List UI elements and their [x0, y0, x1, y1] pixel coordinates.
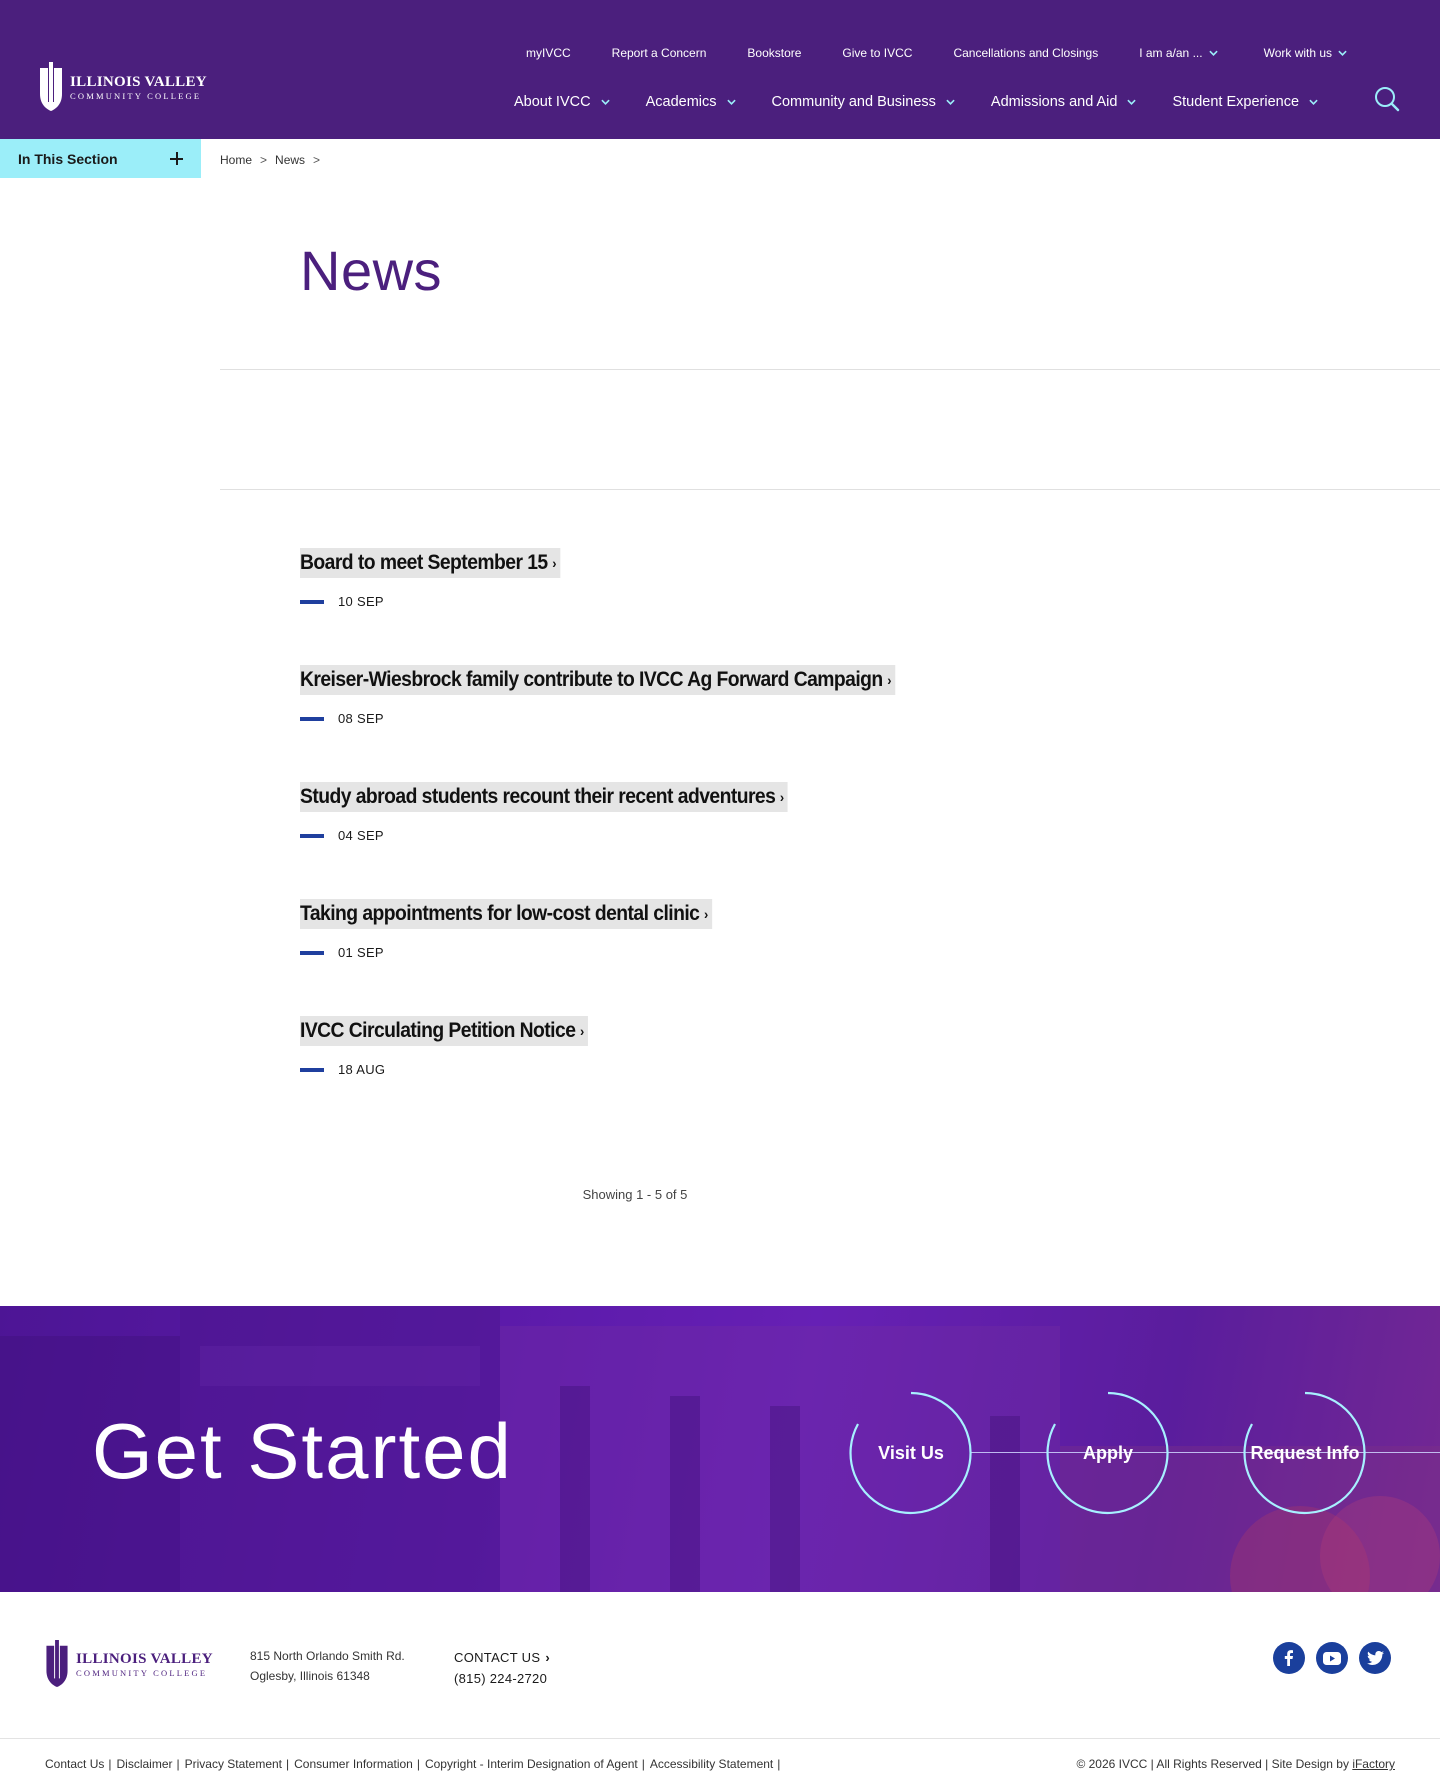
date-dash	[300, 1067, 324, 1072]
search-icon[interactable]	[1374, 86, 1400, 112]
legal-link-contact-us[interactable]: Contact Us	[45, 1757, 104, 1771]
chevron-down-icon	[1127, 99, 1137, 105]
cta-connector-line	[970, 1452, 1440, 1453]
news-date: 10 SEP	[300, 594, 1100, 609]
chevron-right-icon: ›	[545, 1650, 550, 1665]
social-links	[1273, 1642, 1402, 1674]
news-title-link[interactable]: Board to meet September 15 ›	[300, 548, 561, 578]
news-date: 01 SEP	[300, 945, 1100, 960]
chevron-down-icon	[600, 99, 610, 105]
chevron-down-icon	[1208, 50, 1218, 56]
pagination-info: Showing 1 - 5 of 5	[582, 1187, 688, 1202]
logo-line-2: COMMUNITY COLLEGE	[70, 90, 202, 101]
legal-link-copyright-agent[interactable]: Copyright - Interim Designation of Agent	[425, 1757, 638, 1771]
footer-divider	[0, 1738, 1440, 1739]
chevron-down-icon	[1309, 99, 1318, 105]
legal-link-privacy[interactable]: Privacy Statement	[185, 1757, 282, 1771]
logo-wordmark: ILLINOIS VALLEY COMMUNITY COLLEGE	[70, 73, 207, 102]
address-line-2: Oglesby, Illinois 61348	[250, 1669, 370, 1683]
util-link-give[interactable]: Give to IVCC	[842, 46, 912, 60]
logo-line-1: ILLINOIS VALLEY	[76, 1650, 213, 1667]
breadcrumb-separator: >	[313, 153, 321, 167]
chevron-right-icon: ›	[703, 906, 709, 922]
section-toggle-label: In This Section	[18, 150, 118, 167]
util-link-report-concern[interactable]: Report a Concern	[612, 46, 707, 60]
design-credit-link[interactable]: iFactory	[1352, 1757, 1395, 1771]
footer-logo[interactable]: ILLINOIS VALLEY COMMUNITY COLLEGE	[44, 1640, 213, 1688]
list-item: Kreiser-Wiesbrock family contribute to I…	[300, 665, 1100, 782]
get-started-band: Get Started Visit Us Apply Request Info	[0, 1306, 1440, 1592]
site-header: ILLINOIS VALLEY COMMUNITY COLLEGE myIVCC…	[0, 0, 1440, 139]
chevron-right-icon: ›	[552, 555, 557, 571]
nav-admissions-aid[interactable]: Admissions and Aid	[991, 94, 1137, 110]
list-item: Study abroad students recount their rece…	[300, 782, 1100, 899]
legal-link-accessibility[interactable]: Accessibility Statement	[650, 1757, 773, 1771]
util-dropdown-work-with-us[interactable]: Work with us	[1264, 46, 1347, 60]
twitter-icon[interactable]	[1359, 1642, 1391, 1674]
shield-logo-icon	[46, 1640, 68, 1688]
apply-button[interactable]: Apply	[1046, 1391, 1170, 1515]
footer-logo-wordmark: ILLINOIS VALLEY COMMUNITY COLLEGE	[76, 1650, 213, 1679]
nav-academics[interactable]: Academics	[646, 94, 736, 110]
divider	[220, 489, 1440, 490]
divider	[220, 369, 1440, 370]
news-title-link[interactable]: Study abroad students recount their rece…	[300, 782, 788, 812]
util-dropdown-i-am[interactable]: I am a/an ...	[1139, 46, 1218, 60]
page-title: News	[300, 239, 443, 302]
copyright-text: © 2026 IVCC | All Rights Reserved | Site…	[1076, 1757, 1349, 1771]
breadcrumb: Home > News >	[220, 153, 328, 167]
breadcrumb-home[interactable]: Home	[220, 153, 252, 167]
logo-line-1: ILLINOIS VALLEY	[70, 73, 207, 90]
news-title-link[interactable]: IVCC Circulating Petition Notice ›	[300, 1016, 588, 1046]
news-title-link[interactable]: Kreiser-Wiesbrock family contribute to I…	[300, 665, 896, 695]
list-item: Taking appointments for low-cost dental …	[300, 899, 1100, 1016]
facebook-icon[interactable]	[1273, 1642, 1305, 1674]
news-title-link[interactable]: Taking appointments for low-cost dental …	[300, 899, 712, 929]
breadcrumb-separator: >	[260, 153, 268, 167]
request-info-button[interactable]: Request Info	[1243, 1391, 1367, 1515]
footer-phone: (815) 224-2720	[454, 1671, 548, 1686]
shield-logo-icon	[40, 62, 62, 111]
legal-link-consumer-info[interactable]: Consumer Information	[294, 1757, 413, 1771]
legal-link-disclaimer[interactable]: Disclaimer	[116, 1757, 172, 1771]
copyright: © 2026 IVCC | All Rights Reserved | Site…	[1076, 1757, 1395, 1771]
nav-student-experience[interactable]: Student Experience	[1172, 94, 1318, 110]
main-nav: About IVCC Academics Community and Busin…	[514, 94, 1318, 110]
date-dash	[300, 833, 324, 838]
legal-links: Contact Us | Disclaimer | Privacy Statemen…	[45, 1757, 781, 1771]
youtube-icon[interactable]	[1316, 1642, 1348, 1674]
visit-us-button[interactable]: Visit Us	[849, 1391, 973, 1515]
contact-us-link[interactable]: CONTACT US ›	[454, 1650, 550, 1665]
nav-about[interactable]: About IVCC	[514, 94, 610, 110]
news-date: 18 AUG	[300, 1062, 1100, 1077]
chevron-down-icon	[946, 99, 955, 105]
util-link-cancellations[interactable]: Cancellations and Closings	[953, 46, 1098, 60]
chevron-right-icon: ›	[779, 789, 785, 805]
list-item: IVCC Circulating Petition Notice › 18 AUG	[300, 1016, 1100, 1133]
site-logo[interactable]: ILLINOIS VALLEY COMMUNITY COLLEGE	[38, 62, 207, 112]
date-dash	[300, 950, 324, 955]
chevron-down-icon	[1338, 50, 1347, 56]
news-list: Board to meet September 15 › 10 SEP Kreis…	[300, 548, 1100, 1133]
footer-contact: CONTACT US › (815) 224-2720	[454, 1650, 550, 1686]
chevron-right-icon: ›	[887, 672, 892, 688]
in-this-section-toggle[interactable]: In This Section	[0, 139, 201, 178]
address-line-1: 815 North Orlando Smith Rd.	[250, 1649, 405, 1663]
list-item: Board to meet September 15 › 10 SEP	[300, 548, 1100, 665]
plus-icon	[170, 152, 183, 165]
nav-community-business[interactable]: Community and Business	[772, 94, 955, 110]
news-date: 04 SEP	[300, 828, 1100, 843]
logo-line-2: COMMUNITY COLLEGE	[76, 1667, 208, 1678]
news-date: 08 SEP	[300, 711, 1100, 726]
chevron-right-icon: ›	[579, 1023, 585, 1039]
footer-address: 815 North Orlando Smith Rd. Oglesby, Ill…	[250, 1646, 405, 1686]
date-dash	[300, 599, 324, 604]
util-link-myivcc[interactable]: myIVCC	[526, 46, 571, 60]
date-dash	[300, 716, 324, 721]
util-link-bookstore[interactable]: Bookstore	[747, 46, 801, 60]
get-started-title: Get Started	[92, 1407, 513, 1495]
chevron-down-icon	[726, 99, 736, 105]
utility-nav: myIVCC Report a Concern Bookstore Give t…	[526, 46, 1347, 60]
breadcrumb-news[interactable]: News	[275, 153, 305, 167]
